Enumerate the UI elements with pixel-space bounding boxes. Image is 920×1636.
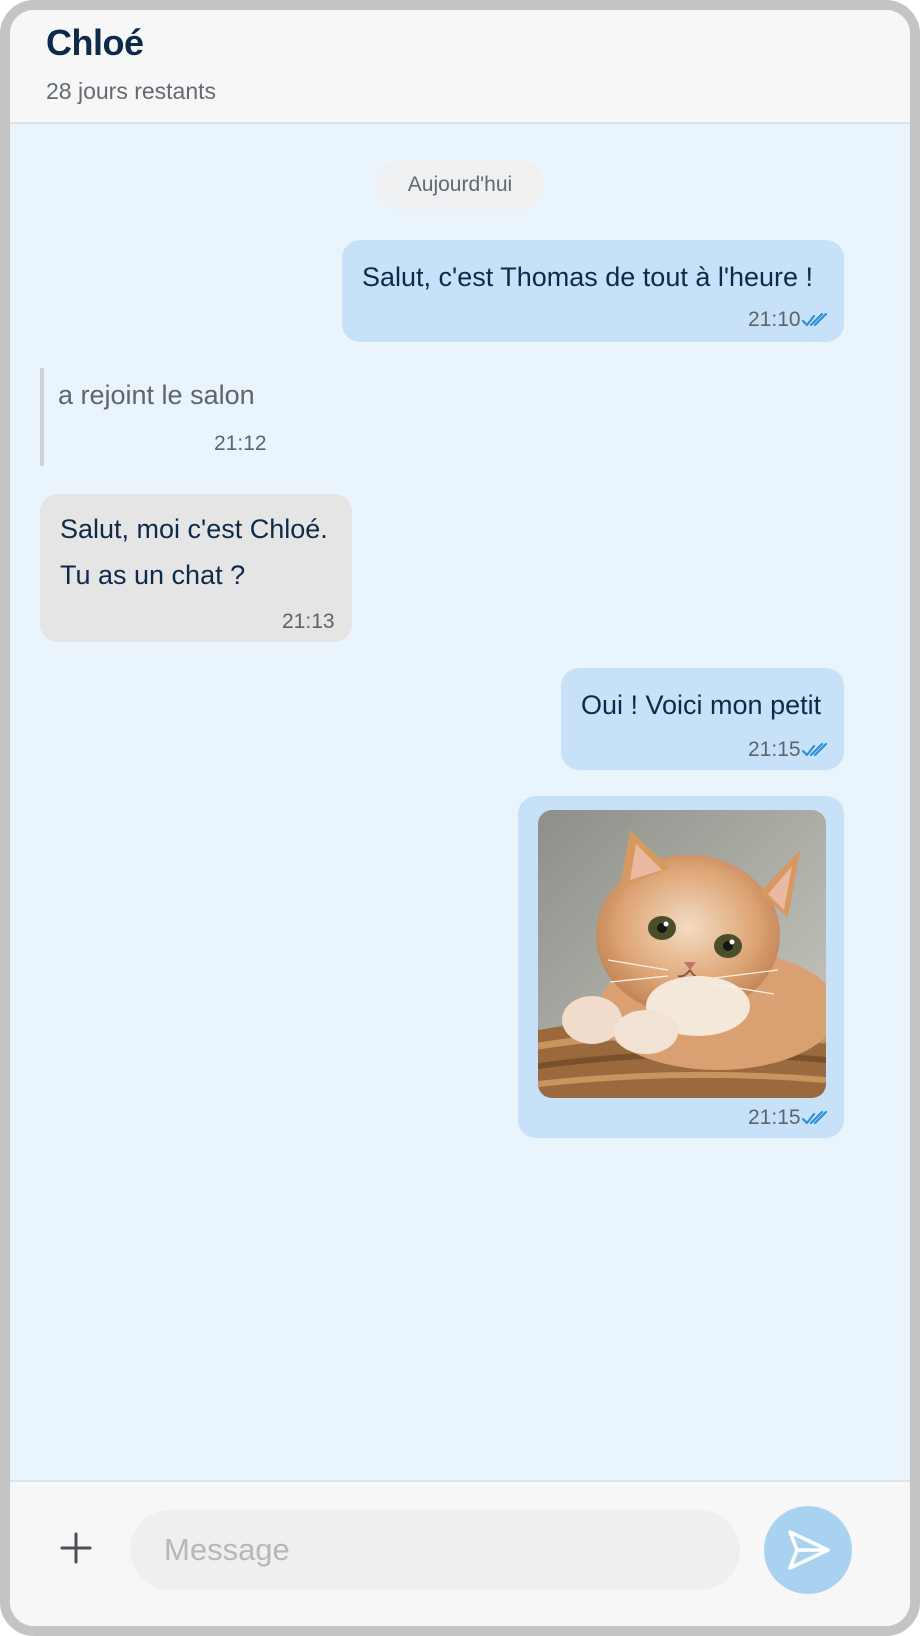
plus-icon[interactable] xyxy=(54,1526,98,1570)
message-list[interactable]: Aujourd'hui Salut, c'est Thomas de tout … xyxy=(10,124,910,1480)
date-separator: Aujourd'hui xyxy=(375,160,545,210)
contact-name[interactable]: Chloé xyxy=(46,22,144,64)
send-button[interactable] xyxy=(764,1506,852,1594)
outgoing-image-bubble[interactable]: 21:15 xyxy=(518,796,844,1138)
message-time: 21:15 xyxy=(748,738,801,761)
message-time: 21:13 xyxy=(282,610,335,633)
chat-header: Chloé 28 jours restants xyxy=(10,10,910,124)
cat-photo[interactable] xyxy=(538,810,826,1098)
message-composer xyxy=(10,1480,910,1626)
send-icon xyxy=(788,1530,830,1570)
system-message-bar xyxy=(40,368,44,466)
double-check-icon xyxy=(801,742,828,763)
system-message-text: a rejoint le salon xyxy=(58,380,255,410)
double-check-icon xyxy=(801,1110,828,1131)
double-check-icon xyxy=(801,312,828,333)
message-text: Oui ! Voici mon petit xyxy=(581,690,822,720)
message-time: 21:10 xyxy=(748,308,801,331)
message-text-line: Tu as un chat ? xyxy=(60,560,246,590)
outgoing-message-bubble[interactable]: Oui ! Voici mon petit 21:15 xyxy=(561,668,844,770)
incoming-message-bubble[interactable]: Salut, moi c'est Chloé. Tu as un chat ? … xyxy=(40,494,352,642)
message-input[interactable] xyxy=(130,1510,740,1590)
message-text-line: Salut, moi c'est Chloé. xyxy=(60,514,328,544)
days-remaining-label: 28 jours restants xyxy=(46,78,217,104)
chat-window: Chloé 28 jours restants Aujourd'hui Salu… xyxy=(0,0,920,1636)
message-text: Salut, c'est Thomas de tout à l'heure ! xyxy=(362,262,814,292)
message-time: 21:15 xyxy=(748,1106,801,1129)
system-message-time: 21:12 xyxy=(214,432,267,455)
outgoing-message-bubble[interactable]: Salut, c'est Thomas de tout à l'heure ! … xyxy=(342,240,844,342)
